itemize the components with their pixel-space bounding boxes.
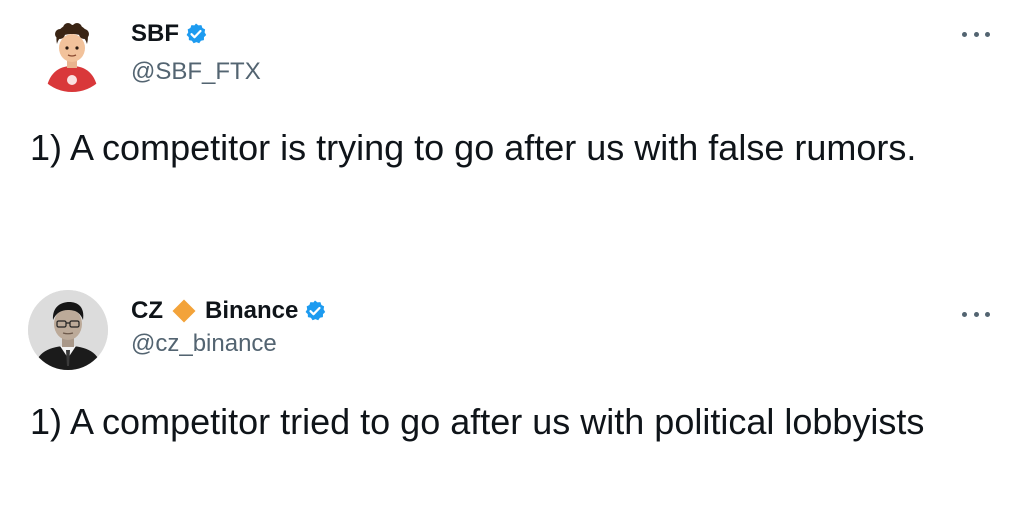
author-name-line[interactable]: CZ Binance — [131, 297, 327, 325]
more-options-icon[interactable] — [962, 304, 990, 324]
handle[interactable]: @SBF_FTX — [131, 58, 261, 86]
tweet-text: 1) A competitor is trying to go after us… — [30, 127, 917, 168]
dot — [973, 311, 979, 317]
avatar[interactable] — [28, 290, 108, 370]
binance-diamond-icon — [171, 298, 197, 324]
verified-badge-icon — [303, 299, 327, 323]
dot — [962, 311, 967, 317]
dot — [973, 31, 979, 37]
display-name-part1[interactable]: CZ — [131, 297, 163, 325]
dot — [985, 311, 990, 317]
tweet-text: 1) A competitor tried to go after us wit… — [30, 401, 925, 442]
display-name[interactable]: SBF — [131, 20, 179, 48]
author-name-line[interactable]: SBF — [131, 20, 208, 48]
tweet-cz: CZ Binance @cz_binance 1) A competitor t… — [0, 256, 1024, 512]
cartoon-avatar-icon — [32, 12, 112, 92]
verified-badge-icon — [184, 22, 208, 46]
dot — [985, 31, 990, 37]
tweet-sbf: SBF @SBF_FTX 1) A competitor is trying t… — [0, 0, 1024, 248]
avatar[interactable] — [32, 12, 112, 92]
display-name-part2[interactable]: Binance — [205, 297, 298, 325]
more-options-icon[interactable] — [962, 24, 990, 44]
handle[interactable]: @cz_binance — [131, 330, 277, 358]
photo-avatar-icon — [28, 290, 108, 370]
dot — [962, 31, 967, 37]
